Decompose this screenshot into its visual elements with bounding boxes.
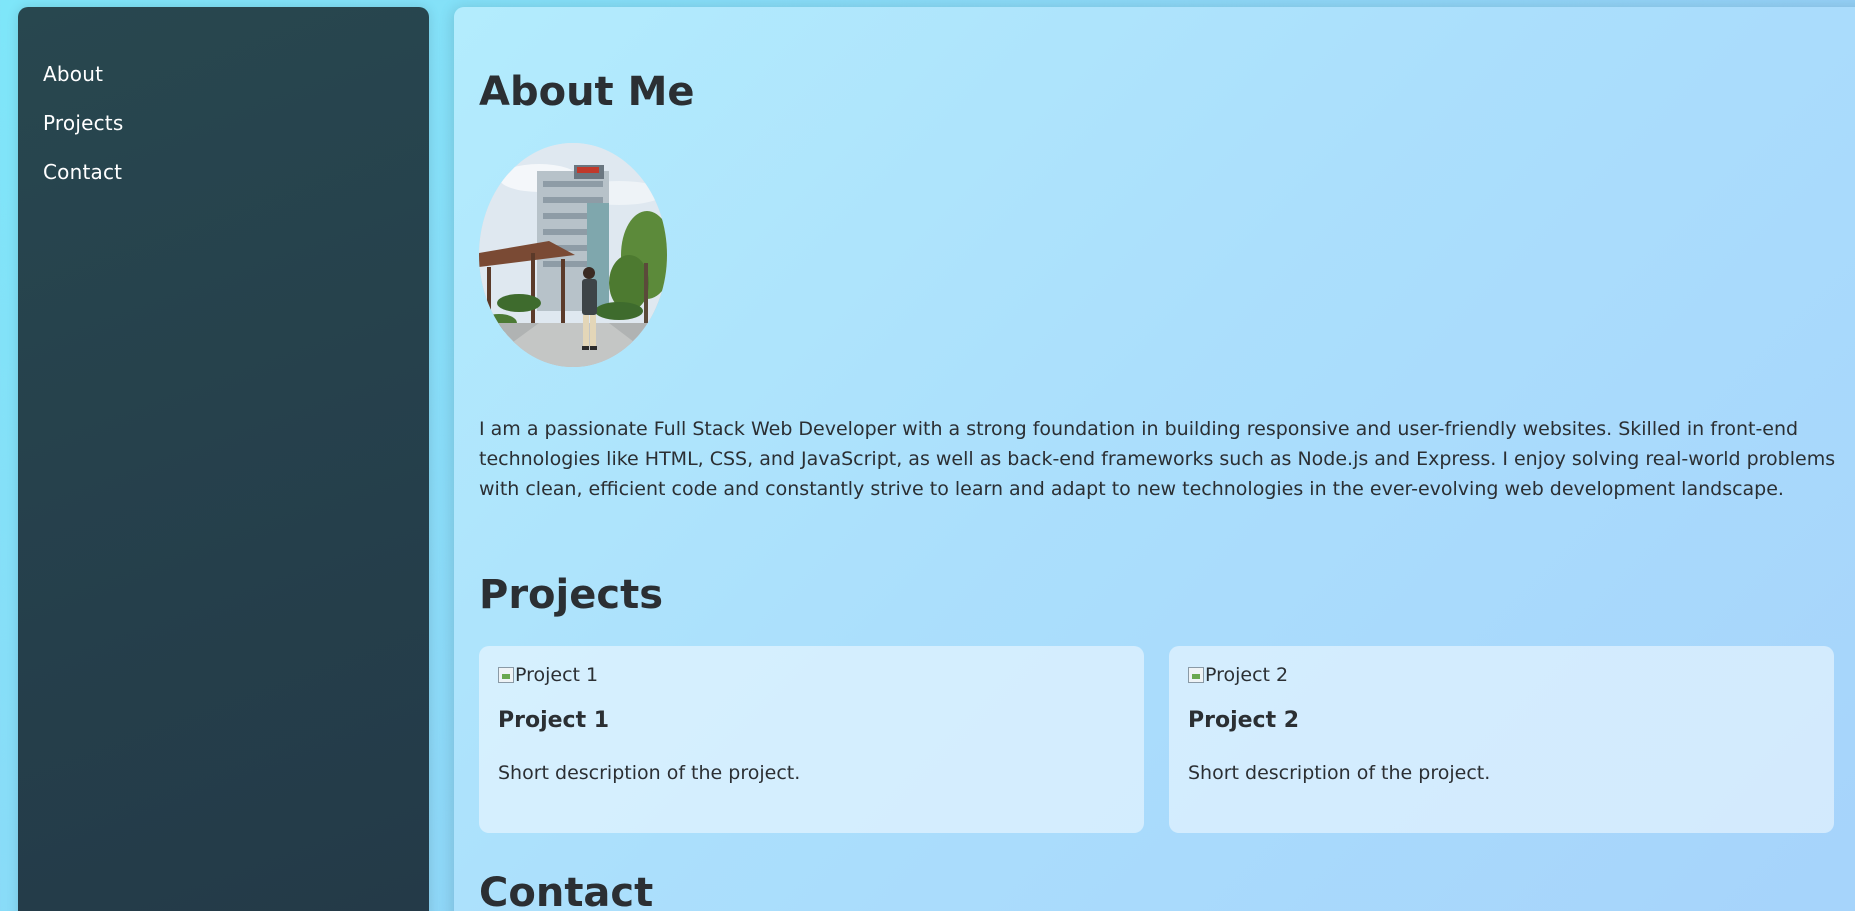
project-1-image: Project 1	[498, 664, 598, 686]
about-title: About Me	[479, 69, 695, 115]
sidebar: About Projects Contact	[18, 7, 429, 911]
nav-item-projects[interactable]: Projects	[43, 106, 123, 155]
project-1-title: Project 1	[498, 708, 610, 733]
project-card-2[interactable]: Project 2 Project 2 Short description of…	[1169, 646, 1834, 833]
nav-link-about[interactable]: About	[43, 62, 103, 86]
nav-item-about[interactable]: About	[43, 57, 123, 106]
profile-photo	[479, 143, 667, 367]
sidebar-nav: About Projects Contact	[43, 57, 123, 204]
main-content[interactable]: About Me I am a passionate Full Stack We…	[454, 7, 1855, 911]
nav-item-contact[interactable]: Contact	[43, 155, 123, 204]
project-2-image-alt: Project 2	[1205, 664, 1289, 686]
project-2-title: Project 2	[1188, 708, 1300, 733]
broken-image-icon	[498, 667, 514, 683]
project-card-1[interactable]: Project 1 Project 1 Short description of…	[479, 646, 1144, 833]
projects-title: Projects	[479, 572, 664, 618]
nav-link-projects[interactable]: Projects	[43, 111, 123, 135]
project-2-description: Short description of the project.	[1188, 762, 1491, 784]
project-1-image-alt: Project 1	[515, 664, 599, 686]
project-2-image: Project 2	[1188, 664, 1288, 686]
contact-title: Contact	[479, 870, 654, 911]
about-bio: I am a passionate Full Stack Web Develop…	[479, 418, 1836, 500]
project-1-description: Short description of the project.	[498, 762, 801, 784]
broken-image-icon	[1188, 667, 1204, 683]
nav-link-contact[interactable]: Contact	[43, 160, 122, 184]
